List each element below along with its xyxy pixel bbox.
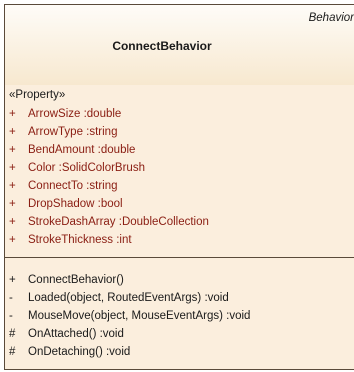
visibility-marker: # xyxy=(9,346,16,358)
operation-text: Loaded(object, RoutedEventArgs) :void xyxy=(28,292,229,304)
visibility-marker: # xyxy=(9,328,16,340)
operation-text: MouseMove(object, MouseEventArgs) :void xyxy=(28,310,251,322)
operation-text: OnAttached() :void xyxy=(28,328,124,340)
property-stereotype-label: «Property» xyxy=(9,89,66,101)
visibility-marker: - xyxy=(9,292,13,304)
operation-text: OnDetaching() :void xyxy=(28,346,131,358)
attribute-text: DropShadow :bool xyxy=(28,198,123,210)
visibility-marker: + xyxy=(9,274,16,286)
visibility-marker: + xyxy=(9,216,16,228)
visibility-marker: + xyxy=(9,144,16,156)
visibility-marker: + xyxy=(9,234,16,246)
visibility-marker: + xyxy=(9,162,16,174)
visibility-marker: - xyxy=(9,310,13,322)
operations-compartment: + ConnectBehavior() - Loaded(object, Rou… xyxy=(5,258,354,369)
attribute-text: BendAmount :double xyxy=(28,144,136,156)
visibility-marker: + xyxy=(9,180,16,192)
visibility-marker: + xyxy=(9,126,16,138)
attribute-text: ArrowType :string xyxy=(28,126,118,138)
attribute-text: StrokeDashArray :DoubleCollection xyxy=(28,216,209,228)
attribute-text: ConnectTo :string xyxy=(28,180,118,192)
operation-text: ConnectBehavior() xyxy=(28,274,124,286)
attributes-compartment: «Property» + ArrowSize :double + ArrowTy… xyxy=(5,85,354,258)
class-header: Behavior ConnectBehavior xyxy=(5,5,354,86)
attribute-text: StrokeThickness :int xyxy=(28,234,132,246)
class-stereotype: Behavior xyxy=(308,12,354,24)
visibility-marker: + xyxy=(9,198,16,210)
attribute-text: ArrowSize :double xyxy=(28,108,122,120)
class-name: ConnectBehavior xyxy=(112,39,212,53)
uml-class-box[interactable]: Behavior ConnectBehavior «Property» + Ar… xyxy=(4,4,354,370)
attribute-text: Color :SolidColorBrush xyxy=(28,162,145,174)
visibility-marker: + xyxy=(9,108,16,120)
